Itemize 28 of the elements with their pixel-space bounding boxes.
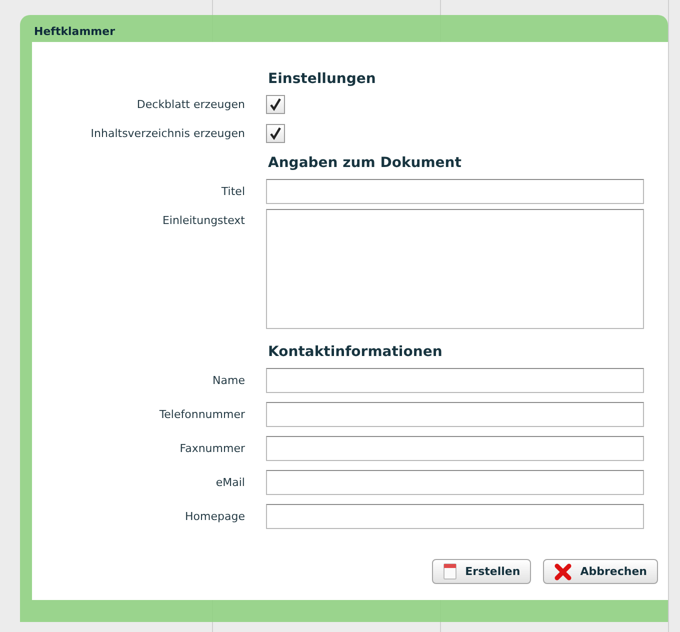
field-label: Inhaltsverzeichnis erzeugen xyxy=(90,127,246,140)
field-label: Einleitungstext xyxy=(161,213,246,227)
input-field[interactable] xyxy=(266,470,644,494)
field-label: eMail xyxy=(214,476,246,488)
field-label: Titel xyxy=(220,184,246,198)
field-label: Homepage xyxy=(184,510,246,522)
checkmark-icon xyxy=(269,98,282,111)
checkbox[interactable] xyxy=(266,95,285,114)
checkmark-icon xyxy=(269,127,282,140)
section-heading: Einstellungen xyxy=(268,70,377,89)
input-field[interactable] xyxy=(266,436,644,460)
field-label: Deckblatt erzeugen xyxy=(136,98,246,111)
input-field[interactable] xyxy=(266,504,644,528)
field-label: Telefonnummer xyxy=(158,408,246,420)
field-label: Name xyxy=(212,374,246,386)
checkbox[interactable] xyxy=(266,124,285,143)
section-heading: Kontaktinformationen xyxy=(268,343,444,362)
input-field[interactable] xyxy=(266,402,644,426)
create-button[interactable]: Erstellen xyxy=(432,559,532,584)
section-heading: Angaben zum Dokument xyxy=(268,154,462,173)
cancel-button[interactable]: Abbrechen xyxy=(543,559,658,584)
input-field[interactable] xyxy=(266,178,644,204)
document-icon xyxy=(443,563,458,580)
textarea-field[interactable] xyxy=(266,209,644,329)
close-icon xyxy=(554,562,572,580)
input-field[interactable] xyxy=(266,368,644,392)
window-title: Heftklammer xyxy=(33,24,116,40)
field-label: Faxnummer xyxy=(178,442,246,454)
